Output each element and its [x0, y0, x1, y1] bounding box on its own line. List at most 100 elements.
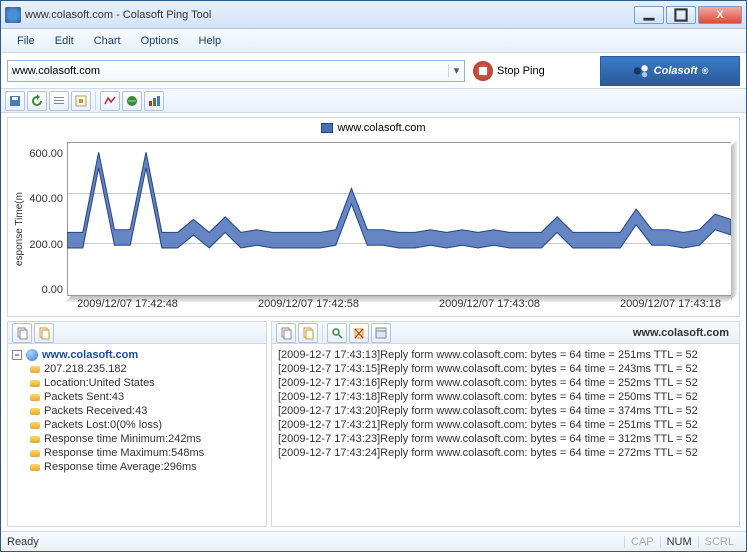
summary-toolbar: [8, 322, 266, 344]
address-input[interactable]: [8, 65, 448, 77]
bullet-icon: [30, 394, 40, 401]
tree-item-label: Response time Average:296ms: [44, 461, 197, 473]
log-line: [2009-12-7 17:43:24]Reply form www.colas…: [276, 446, 735, 460]
main-toolbar: [1, 89, 746, 113]
close-button[interactable]: X: [698, 6, 742, 24]
xtick: 2009/12/07 17:42:58: [258, 298, 359, 316]
xtick: 2009/12/07 17:43:08: [439, 298, 540, 316]
status-ready: Ready: [7, 536, 39, 548]
status-scrl: SCRL: [698, 536, 740, 548]
tree-item-label: Response time Minimum:242ms: [44, 433, 201, 445]
maximize-button[interactable]: [666, 6, 696, 24]
x-axis-ticks: 2009/12/07 17:42:48 2009/12/07 17:42:58 …: [67, 298, 731, 316]
tool-chart-icon[interactable]: [100, 91, 120, 111]
tree-item[interactable]: Response time Maximum:548ms: [12, 446, 262, 460]
stop-icon: [473, 61, 493, 81]
collapse-icon[interactable]: −: [12, 350, 22, 360]
log-toolbar: www.colasoft.com: [272, 322, 739, 344]
stop-ping-button[interactable]: Stop Ping: [473, 61, 545, 81]
globe-icon: [26, 349, 38, 361]
status-num: NUM: [660, 536, 698, 548]
app-window: www.colasoft.com - Colasoft Ping Tool X …: [0, 0, 747, 552]
log-line: [2009-12-7 17:43:13]Reply form www.colas…: [276, 348, 735, 362]
address-combo[interactable]: ▾: [7, 60, 465, 82]
log-copy-icon[interactable]: [276, 323, 296, 343]
status-cap: CAP: [624, 536, 660, 548]
log-content[interactable]: [2009-12-7 17:43:13]Reply form www.colas…: [272, 344, 739, 526]
ytick: 600.00: [27, 148, 63, 160]
tree-item[interactable]: Packets Sent:43: [12, 390, 262, 404]
ytick: 0.00: [27, 284, 63, 296]
app-icon: [5, 7, 21, 23]
tool-list-icon[interactable]: [49, 91, 69, 111]
tree-item-label: Location:United States: [44, 377, 155, 389]
bullet-icon: [30, 380, 40, 387]
log-line: [2009-12-7 17:43:15]Reply form www.colas…: [276, 362, 735, 376]
menu-options[interactable]: Options: [131, 32, 189, 50]
log-line: [2009-12-7 17:43:21]Reply form www.colas…: [276, 418, 735, 432]
chart-body: esponse Time(m 600.00 400.00 200.00 0.00: [8, 138, 739, 316]
log-line: [2009-12-7 17:43:16]Reply form www.colas…: [276, 376, 735, 390]
bullet-icon: [30, 408, 40, 415]
minimize-button[interactable]: [634, 6, 664, 24]
bullet-icon: [30, 464, 40, 471]
statusbar: Ready CAP NUM SCRL: [1, 531, 746, 551]
tree-item-label: Packets Lost:0(0% loss): [44, 419, 162, 431]
summary-tree[interactable]: − www.colasoft.com 207.218.235.182 Locati…: [8, 344, 266, 526]
tree-item[interactable]: 207.218.235.182: [12, 362, 262, 376]
bottom-panes: − www.colasoft.com 207.218.235.182 Locati…: [1, 321, 746, 531]
ytick: 200.00: [27, 239, 63, 251]
bullet-icon: [30, 450, 40, 457]
log-host-label: www.colasoft.com: [627, 327, 735, 339]
toolbar-separator: [322, 324, 323, 342]
tool-stats-icon[interactable]: [144, 91, 164, 111]
address-dropdown-icon[interactable]: ▾: [448, 64, 464, 77]
tree-item[interactable]: Location:United States: [12, 376, 262, 390]
chart-pane: www.colasoft.com esponse Time(m 600.00 4…: [7, 117, 740, 317]
tree-item-label: Response time Maximum:548ms: [44, 447, 204, 459]
menu-help[interactable]: Help: [189, 32, 232, 50]
bullet-icon: [30, 422, 40, 429]
xtick: 2009/12/07 17:43:18: [620, 298, 721, 316]
log-delete-icon[interactable]: [349, 323, 369, 343]
titlebar: www.colasoft.com - Colasoft Ping Tool X: [1, 1, 746, 29]
brand-icon: [632, 62, 650, 80]
tree-root-label: www.colasoft.com: [42, 349, 138, 361]
bullet-icon: [30, 366, 40, 373]
tree-item-label: Packets Received:43: [44, 405, 147, 417]
menu-edit[interactable]: Edit: [45, 32, 84, 50]
tree-item[interactable]: Response time Average:296ms: [12, 460, 262, 474]
tool-options-icon[interactable]: [71, 91, 91, 111]
log-line: [2009-12-7 17:43:20]Reply form www.colas…: [276, 404, 735, 418]
menu-chart[interactable]: Chart: [84, 32, 131, 50]
tree-item[interactable]: Packets Received:43: [12, 404, 262, 418]
chart-svg: [67, 142, 731, 297]
toolbar-separator: [95, 92, 96, 110]
brand-text: Colasoft: [654, 65, 698, 77]
menu-file[interactable]: File: [7, 32, 45, 50]
tree-item-label: 207.218.235.182: [44, 363, 127, 375]
tool-save-icon[interactable]: [5, 91, 25, 111]
ytick: 400.00: [27, 193, 63, 205]
legend-swatch: [321, 123, 333, 133]
log-line: [2009-12-7 17:43:18]Reply form www.colas…: [276, 390, 735, 404]
window-title: www.colasoft.com - Colasoft Ping Tool: [25, 9, 632, 21]
tree-item-label: Packets Sent:43: [44, 391, 124, 403]
log-find-icon[interactable]: [327, 323, 347, 343]
tree-item[interactable]: Response time Minimum:242ms: [12, 432, 262, 446]
summary-copy-icon[interactable]: [12, 323, 32, 343]
chart-plot[interactable]: 2009/12/07 17:42:48 2009/12/07 17:42:58 …: [67, 142, 731, 316]
log-view-icon[interactable]: [371, 323, 391, 343]
log-copy2-icon[interactable]: [298, 323, 318, 343]
log-pane: www.colasoft.com [2009-12-7 17:43:13]Rep…: [271, 321, 740, 527]
tool-geo-icon[interactable]: [122, 91, 142, 111]
summary-copy2-icon[interactable]: [34, 323, 54, 343]
xtick: 2009/12/07 17:42:48: [77, 298, 178, 316]
log-line: [2009-12-7 17:43:23]Reply form www.colas…: [276, 432, 735, 446]
brand-logo: Colasoft®: [600, 56, 740, 86]
tree-root[interactable]: − www.colasoft.com: [12, 348, 262, 362]
summary-pane: − www.colasoft.com 207.218.235.182 Locati…: [7, 321, 267, 527]
bullet-icon: [30, 436, 40, 443]
tool-refresh-icon[interactable]: [27, 91, 47, 111]
tree-item[interactable]: Packets Lost:0(0% loss): [12, 418, 262, 432]
